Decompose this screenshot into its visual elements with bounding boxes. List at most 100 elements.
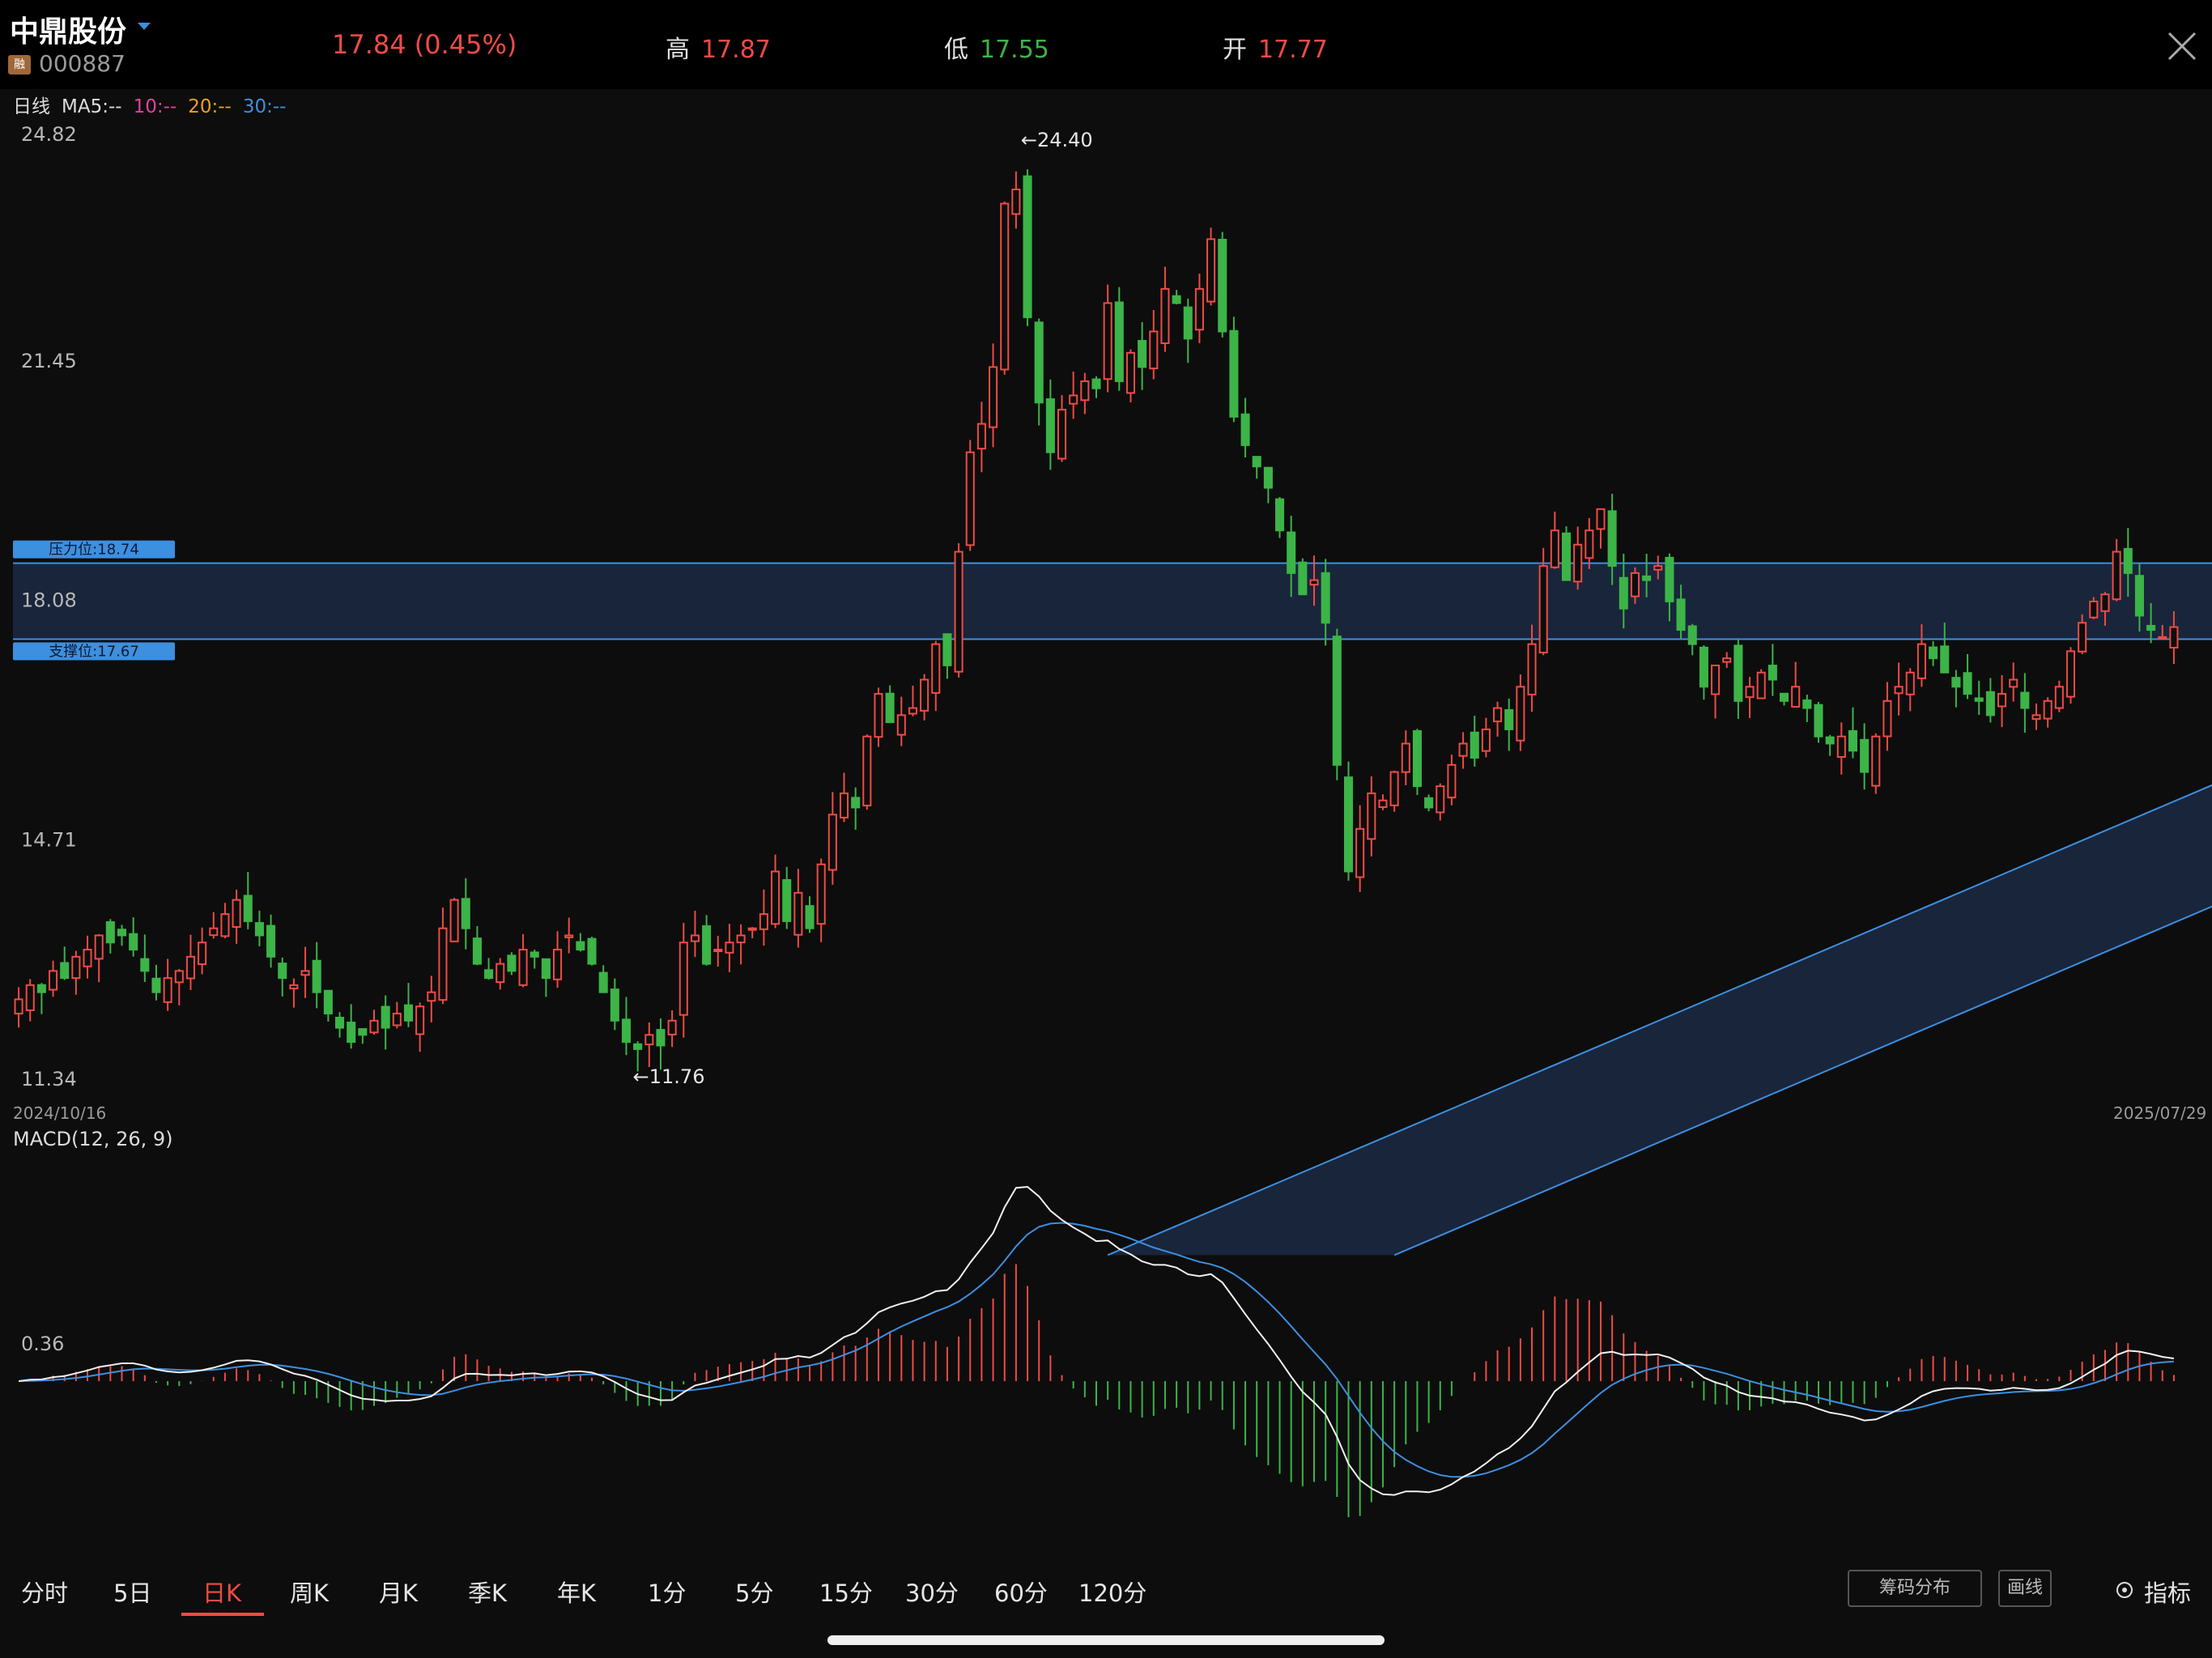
candle-body [254, 922, 264, 937]
macd-dea-line [19, 1222, 2174, 1478]
y-tick-label: 21.45 [21, 350, 77, 372]
candle-body [25, 984, 35, 1011]
tab-daily-k[interactable]: 日K [202, 1575, 241, 1609]
candle-body [1882, 699, 1892, 738]
tab-30min[interactable]: 30分 [905, 1575, 959, 1609]
chart-canvas[interactable]: 压力位:18.74 支撑位:17.67 24.82 21.45 18.08 14.71 11… [0, 0, 2212, 1554]
tab-5day[interactable]: 5日 [113, 1575, 151, 1609]
candle-body [232, 899, 241, 928]
tab-1min[interactable]: 1分 [648, 1575, 686, 1609]
candle-body [36, 984, 46, 993]
draw-line-button[interactable]: 画线 [1998, 1570, 2052, 1607]
candle-body [1160, 287, 1170, 345]
stock-name[interactable]: 中鼎股份 [10, 8, 126, 50]
candle-body [1848, 729, 1858, 752]
candle-body [518, 948, 528, 986]
candle-body [1929, 646, 1938, 660]
candle-body [1905, 671, 1915, 695]
open-quote: 开 17.77 [1223, 29, 1328, 65]
end-date: 2025/07/29 [2113, 1103, 2207, 1123]
candle-body [1676, 598, 1686, 631]
candle-body [1951, 677, 1961, 688]
candle-body [1974, 697, 1984, 702]
candle-body [1125, 351, 1136, 394]
chip-distribution-button[interactable]: 筹码分布 [1848, 1570, 1982, 1607]
tab-monthly-k[interactable]: 月K [379, 1575, 418, 1609]
candle-body [587, 937, 597, 965]
candle-body [129, 933, 138, 950]
candle-body [381, 1005, 390, 1029]
candle-body [1596, 508, 1606, 530]
candle-body [140, 958, 150, 972]
active-tab-underline [181, 1613, 264, 1616]
candle-body [633, 1043, 643, 1050]
candle-body [1940, 645, 1950, 674]
candle-body [347, 1022, 356, 1044]
stock-code: 000887 [39, 50, 125, 77]
candle-body [1424, 797, 1434, 809]
indicator-button[interactable]: 指标 [2144, 1575, 2191, 1609]
tab-intraday[interactable]: 分时 [21, 1575, 68, 1609]
candle-body [1034, 321, 1044, 404]
tab-quarterly-k[interactable]: 季K [468, 1575, 507, 1609]
candle-body [1538, 565, 1548, 654]
close-icon[interactable] [2167, 31, 2197, 62]
candle-body [1057, 409, 1067, 460]
settings-icon[interactable] [2115, 1580, 2134, 1600]
candle-body [1321, 572, 1330, 624]
candle-body [782, 878, 792, 922]
candle-body [931, 643, 941, 694]
candle-body [598, 971, 608, 993]
candle-body [1287, 531, 1296, 574]
candle-body [1023, 175, 1032, 318]
candle-body [266, 925, 276, 958]
tab-60min[interactable]: 60分 [994, 1575, 1048, 1609]
candle-body [874, 693, 883, 738]
candle-body [2009, 678, 2018, 688]
candle-body [908, 707, 917, 715]
candle-body [896, 714, 906, 736]
high-quote: 高 17.87 [666, 29, 771, 65]
candle-body [553, 948, 563, 980]
candle-body [94, 934, 104, 960]
candle-body [1149, 330, 1159, 370]
candle-body [1332, 636, 1342, 766]
chevron-down-icon[interactable] [138, 23, 151, 30]
candle-body [1642, 575, 1652, 581]
candle-body [1194, 287, 1204, 331]
candle-body [1436, 785, 1445, 814]
candle-body [1619, 576, 1628, 610]
tab-15min[interactable]: 15分 [819, 1575, 873, 1609]
tab-5min[interactable]: 5分 [735, 1575, 773, 1609]
open-value: 17.77 [1258, 36, 1328, 64]
candle-body [1378, 799, 1388, 808]
candle-body [656, 1029, 666, 1047]
candle-body [759, 913, 768, 930]
tab-yearly-k[interactable]: 年K [557, 1575, 596, 1609]
tab-weekly-k[interactable]: 周K [290, 1575, 329, 1609]
period-label: 日线 [13, 96, 50, 117]
candle-body [472, 937, 482, 965]
candle-body [1447, 763, 1457, 799]
candle-body [1401, 742, 1410, 773]
candle-body [2100, 593, 2110, 612]
candle-body [2089, 600, 2099, 619]
candle-body [1172, 295, 1181, 304]
candle-body [1550, 529, 1559, 568]
candle-body [1607, 510, 1617, 568]
panel-divider [0, 1101, 2212, 1125]
candle-body [1516, 686, 1525, 742]
tab-120min[interactable]: 120分 [1078, 1575, 1146, 1609]
y-tick-label: 11.34 [21, 1068, 77, 1090]
candle-body [1103, 302, 1112, 380]
candle-body [1733, 644, 1743, 702]
candle-body [1069, 394, 1078, 405]
candle-body [851, 797, 861, 809]
candle-body [1011, 188, 1021, 215]
candle-body [1091, 378, 1101, 389]
candle-body [1458, 742, 1468, 757]
candle-body [2169, 626, 2179, 649]
candle-body [1114, 301, 1124, 382]
candle-body [1481, 728, 1491, 752]
candle-body [942, 633, 952, 666]
